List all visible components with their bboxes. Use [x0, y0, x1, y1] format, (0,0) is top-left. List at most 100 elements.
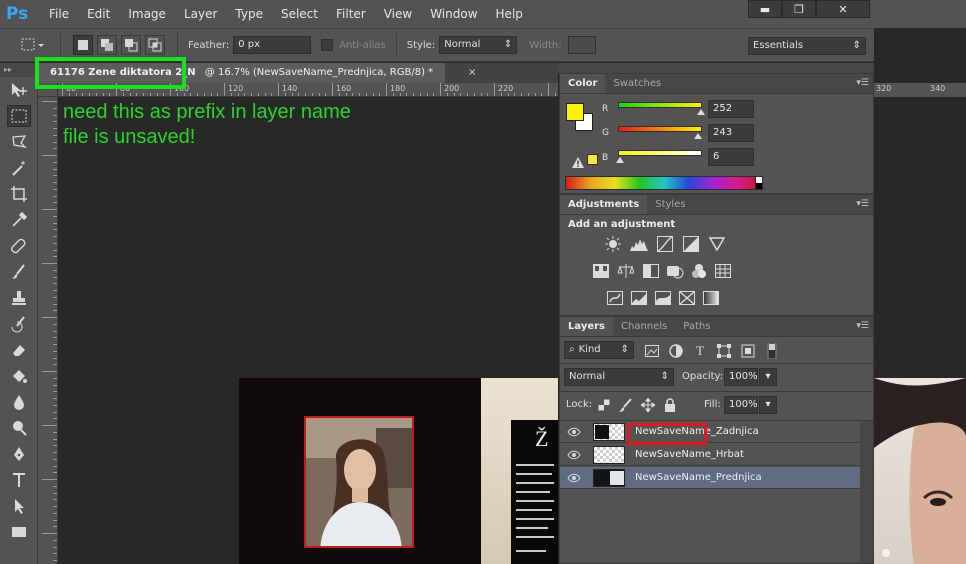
- blur-tool[interactable]: [0, 389, 38, 415]
- pen-tool[interactable]: [0, 441, 38, 467]
- hue-saturation-icon[interactable]: [592, 262, 610, 280]
- green-value-input[interactable]: 243: [708, 124, 754, 142]
- menu-image[interactable]: Image: [119, 0, 175, 28]
- red-value-input[interactable]: 252: [708, 100, 754, 118]
- layer-row-selected[interactable]: NewSaveName_Prednjica: [560, 467, 860, 489]
- vertical-ruler[interactable]: [38, 97, 58, 564]
- layer-filter-kind-dropdown[interactable]: ⌕ Kind ⇕: [564, 341, 634, 359]
- intersect-selection-button[interactable]: [145, 35, 165, 55]
- history-brush-tool[interactable]: [0, 311, 38, 337]
- menu-layer[interactable]: Layer: [175, 0, 226, 28]
- style-dropdown[interactable]: Normal ⇕: [439, 36, 518, 54]
- close-tab-icon[interactable]: ×: [468, 63, 476, 83]
- filter-type-icon[interactable]: T: [692, 343, 708, 359]
- vibrance-icon[interactable]: [708, 235, 726, 253]
- move-tool[interactable]: [0, 77, 38, 103]
- panel-menu-icon[interactable]: ▾☰: [856, 321, 869, 331]
- crop-tool[interactable]: [0, 181, 38, 207]
- menu-edit[interactable]: Edit: [78, 0, 119, 28]
- tool-preset-picker[interactable]: [16, 33, 50, 57]
- paint-bucket-tool[interactable]: [0, 363, 38, 389]
- close-button[interactable]: ✕: [816, 0, 870, 18]
- path-selection-tool[interactable]: [0, 493, 38, 519]
- lock-position-icon[interactable]: [640, 397, 656, 413]
- foreground-color-swatch-overlay[interactable]: [566, 103, 584, 121]
- menu-type[interactable]: Type: [226, 0, 272, 28]
- menu-select[interactable]: Select: [272, 0, 327, 28]
- levels-icon[interactable]: [630, 235, 648, 253]
- filter-adjustment-icon[interactable]: [668, 343, 684, 359]
- visibility-eye-icon[interactable]: [566, 448, 582, 462]
- eraser-tool[interactable]: [0, 337, 38, 363]
- feather-input[interactable]: 0 px: [233, 36, 312, 54]
- menu-view[interactable]: View: [375, 0, 421, 28]
- menu-help[interactable]: Help: [487, 0, 532, 28]
- subtract-selection-button[interactable]: [121, 35, 141, 55]
- lasso-tool[interactable]: [0, 129, 38, 155]
- menu-filter[interactable]: Filter: [327, 0, 375, 28]
- exposure-icon[interactable]: [682, 235, 700, 253]
- marquee-tool[interactable]: [0, 103, 38, 129]
- lock-transparency-icon[interactable]: [596, 397, 612, 413]
- lock-all-icon[interactable]: [662, 397, 678, 413]
- antialias-checkbox[interactable]: [321, 39, 334, 51]
- black-white-ramp[interactable]: [755, 176, 763, 190]
- posterize-icon[interactable]: [630, 289, 648, 307]
- layer-name[interactable]: NewSaveName_Prednjica: [635, 467, 762, 489]
- blue-slider-handle[interactable]: [616, 157, 624, 163]
- tab-swatches[interactable]: Swatches: [605, 74, 669, 93]
- green-channel-slider[interactable]: [618, 126, 702, 132]
- dodge-tool[interactable]: [0, 415, 38, 441]
- invert-icon[interactable]: [606, 289, 624, 307]
- channel-mixer-icon[interactable]: [690, 262, 708, 280]
- filter-smart-object-icon[interactable]: [740, 343, 756, 359]
- brush-tool[interactable]: [0, 259, 38, 285]
- new-selection-button[interactable]: [73, 35, 93, 55]
- panel-menu-icon[interactable]: ▾☰: [856, 199, 869, 209]
- document-canvas[interactable]: need this as prefix in layer name file i…: [59, 98, 558, 564]
- gradient-map-icon[interactable]: [702, 289, 720, 307]
- tab-styles[interactable]: Styles: [647, 195, 693, 214]
- out-of-gamut-warning-icon[interactable]: [572, 157, 584, 168]
- red-channel-slider[interactable]: [618, 102, 702, 108]
- opacity-dropdown-arrow-icon[interactable]: ▾: [759, 368, 777, 386]
- panel-dock-grip[interactable]: [558, 63, 874, 73]
- filter-toggle-icon[interactable]: [764, 343, 780, 359]
- red-slider-handle[interactable]: [697, 109, 705, 115]
- type-tool[interactable]: [0, 467, 38, 493]
- color-spectrum-ramp[interactable]: [565, 176, 763, 190]
- layers-scrollbar[interactable]: [860, 421, 873, 563]
- fill-input[interactable]: 100%: [724, 396, 758, 414]
- filter-pixel-icon[interactable]: [644, 343, 660, 359]
- healing-brush-tool[interactable]: [0, 233, 38, 259]
- green-slider-handle[interactable]: [694, 133, 702, 139]
- layer-row[interactable]: NewSaveName_Zadnjica: [560, 421, 860, 443]
- tab-layers[interactable]: Layers: [560, 317, 613, 336]
- horizontal-ruler-right[interactable]: 320 340: [874, 83, 966, 97]
- fill-dropdown-arrow-icon[interactable]: ▾: [759, 396, 777, 414]
- gamut-color-swatch[interactable]: [587, 154, 598, 165]
- add-selection-button[interactable]: [97, 35, 117, 55]
- layer-row[interactable]: NewSaveName_Hrbat: [560, 444, 860, 466]
- eyedropper-tool[interactable]: [0, 207, 38, 233]
- clone-stamp-tool[interactable]: [0, 285, 38, 311]
- toolbar-collapse-icon[interactable]: ▸▸: [0, 63, 37, 77]
- threshold-icon[interactable]: [654, 289, 672, 307]
- blue-channel-slider[interactable]: [618, 150, 702, 156]
- layer-name[interactable]: NewSaveName_Hrbat: [635, 444, 744, 466]
- visibility-eye-icon[interactable]: [566, 425, 582, 439]
- tab-color[interactable]: Color: [560, 74, 606, 93]
- tab-adjustments[interactable]: Adjustments: [560, 195, 648, 214]
- width-input[interactable]: [567, 36, 596, 54]
- black-white-icon[interactable]: [642, 262, 660, 280]
- menu-window[interactable]: Window: [421, 0, 486, 28]
- magic-wand-tool[interactable]: [0, 155, 38, 181]
- visibility-eye-icon[interactable]: [566, 471, 582, 485]
- opacity-input[interactable]: 100%: [724, 368, 758, 386]
- tab-channels[interactable]: Channels: [613, 317, 675, 336]
- lock-image-pixels-icon[interactable]: [618, 397, 634, 413]
- brightness-contrast-icon[interactable]: [604, 235, 622, 253]
- rectangle-tool[interactable]: [0, 519, 38, 545]
- minimize-button[interactable]: ▬: [748, 0, 782, 18]
- photo-filter-icon[interactable]: [666, 262, 684, 280]
